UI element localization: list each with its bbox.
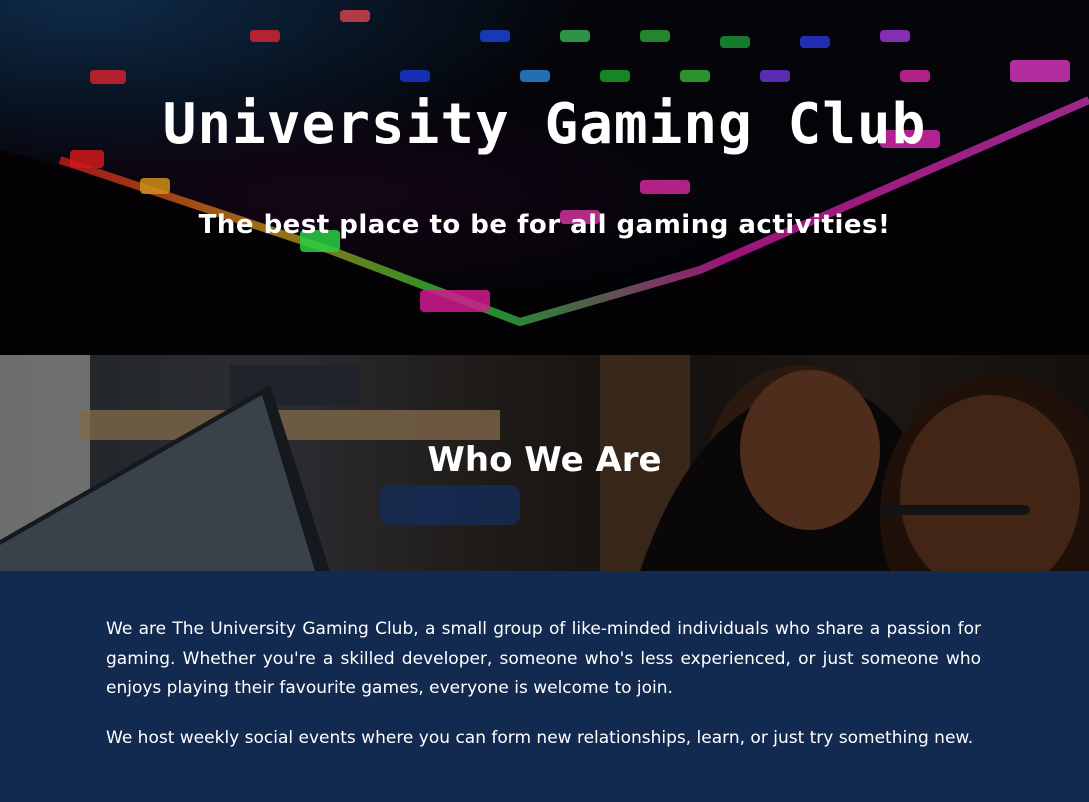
who-we-are-heading: Who We Are [427, 440, 662, 480]
about-section: We are The University Gaming Club, a sma… [0, 571, 1089, 802]
about-paragraph-2: We host weekly social events where you c… [106, 727, 974, 748]
hero-subtitle: The best place to be for all gaming acti… [198, 210, 891, 240]
about-text: We are The University Gaming Club, a sma… [106, 615, 981, 773]
hero-banner: University Gaming Club The best place to… [0, 0, 1089, 355]
hero-title: University Gaming Club [162, 92, 927, 157]
about-paragraph-1: We are The University Gaming Club, a sma… [106, 619, 981, 698]
hero-overlay [0, 0, 1089, 355]
